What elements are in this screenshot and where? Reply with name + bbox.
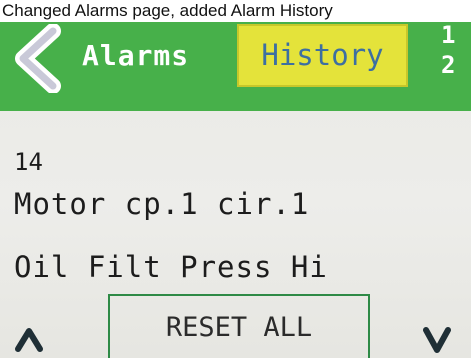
hmi-screen: Alarms History 1 2 14 Motor cp.1 cir.1 O… [0, 10, 471, 358]
page-current: 1 [441, 21, 456, 49]
caret-down-icon [423, 327, 451, 353]
alarm-message: Oil Filt Press Hi [14, 250, 328, 284]
reset-all-button[interactable]: RESET ALL [108, 294, 370, 358]
caption-text: Changed Alarms page, added Alarm History [0, 0, 471, 22]
scroll-up-button[interactable] [10, 312, 48, 358]
tab-history[interactable]: History [237, 24, 408, 87]
back-button[interactable] [9, 24, 71, 93]
header-bar: Alarms History 1 2 [0, 10, 471, 111]
caret-up-icon [15, 328, 43, 352]
scroll-down-button[interactable] [418, 312, 456, 358]
alarm-number: 14 [14, 148, 43, 176]
page-total: 2 [441, 51, 456, 79]
photo-frame: Alarms History 1 2 14 Motor cp.1 cir.1 O… [0, 0, 471, 358]
page-indicator: 1 2 [441, 20, 471, 80]
alarm-source: Motor cp.1 cir.1 [14, 187, 310, 221]
page-title: Alarms [82, 39, 190, 72]
chevron-left-icon [15, 24, 61, 93]
